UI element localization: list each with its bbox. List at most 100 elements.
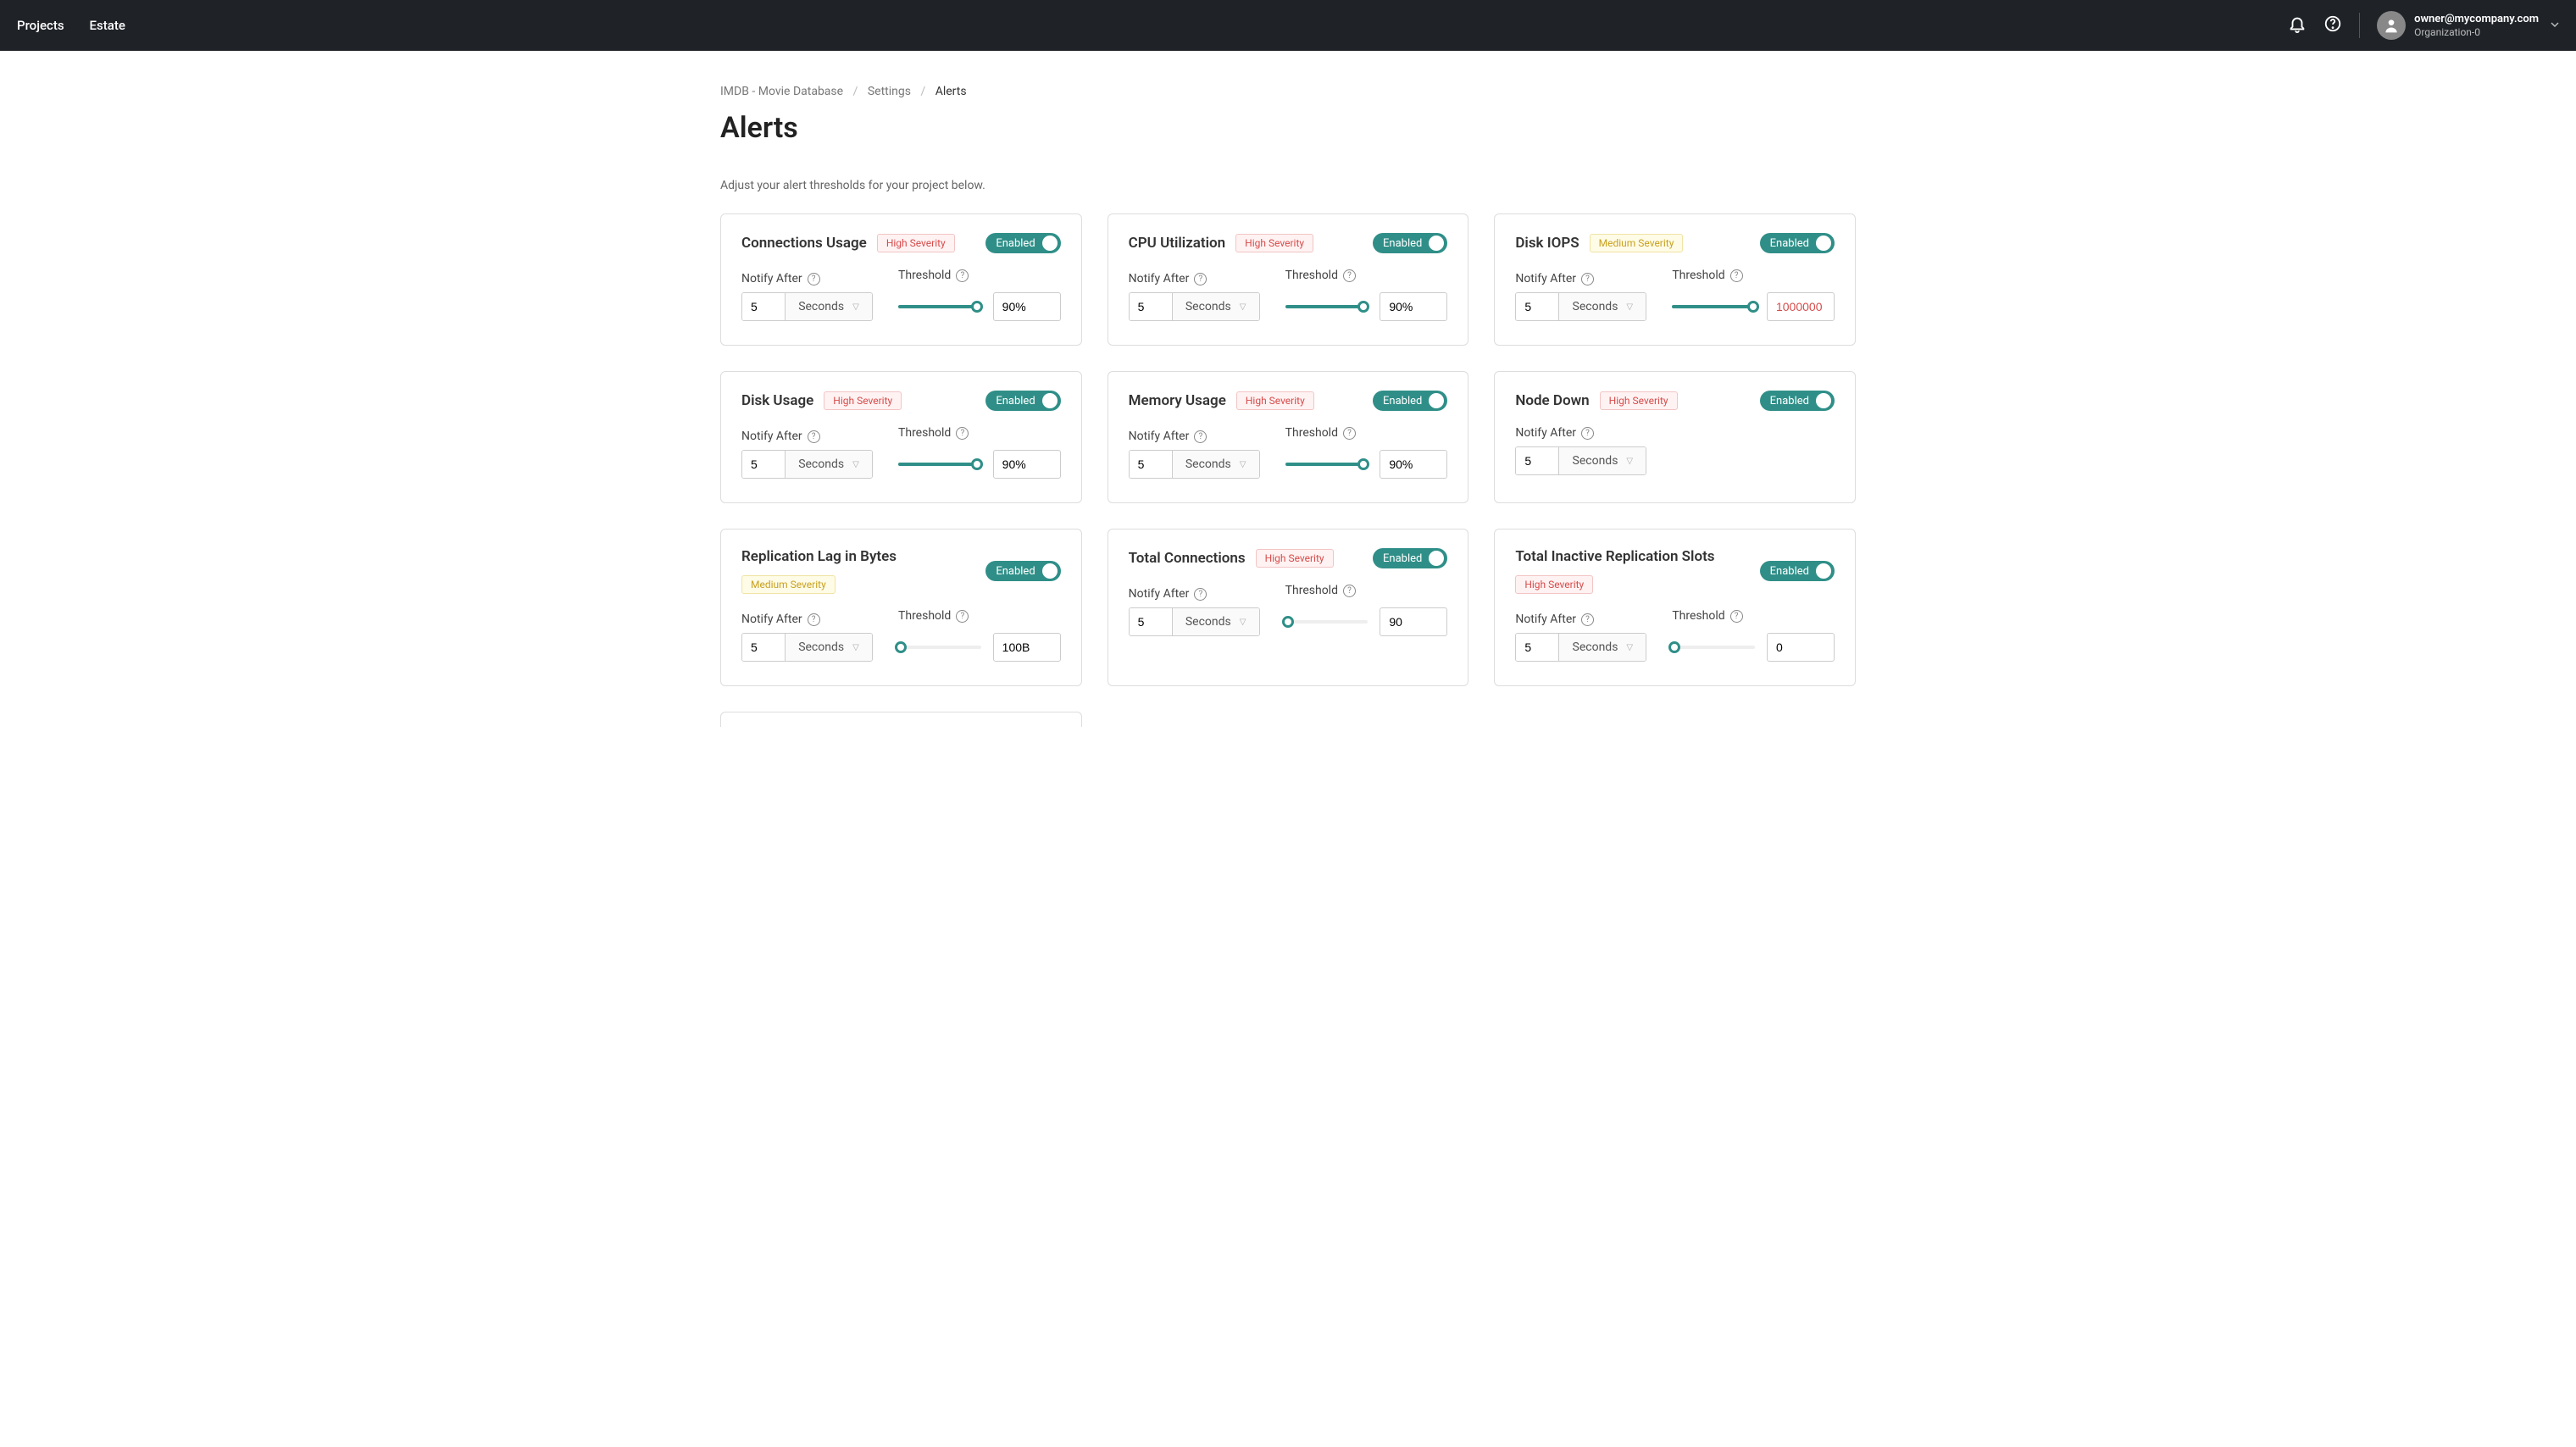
slider-knob[interactable] xyxy=(1357,301,1369,313)
notify-after-input: Seconds▽ xyxy=(741,450,873,479)
page-description: Adjust your alert thresholds for your pr… xyxy=(720,179,1856,192)
notify-after-unit-select[interactable]: Seconds▽ xyxy=(1558,293,1646,320)
help-icon[interactable]: ? xyxy=(1730,269,1743,282)
enabled-toggle[interactable]: Enabled xyxy=(1760,561,1835,581)
help-icon[interactable]: ? xyxy=(1343,269,1356,282)
notify-after-value[interactable] xyxy=(742,634,785,661)
help-icon[interactable]: ? xyxy=(956,427,969,440)
enabled-toggle[interactable]: Enabled xyxy=(1373,391,1447,411)
help-icon[interactable]: ? xyxy=(956,269,969,282)
slider-knob[interactable] xyxy=(895,641,907,653)
enabled-toggle[interactable]: Enabled xyxy=(1760,391,1835,411)
notify-after-value[interactable] xyxy=(1130,451,1172,478)
help-icon[interactable]: ? xyxy=(956,610,969,623)
threshold-slider[interactable] xyxy=(1285,304,1368,309)
notify-after-group: Notify After?Seconds▽ xyxy=(1129,587,1260,636)
notify-after-value[interactable] xyxy=(742,451,785,478)
notify-after-value[interactable] xyxy=(1130,608,1172,635)
breadcrumb-settings[interactable]: Settings xyxy=(868,85,911,98)
enabled-toggle[interactable]: Enabled xyxy=(1373,233,1447,253)
notify-after-unit-label: Seconds xyxy=(798,457,844,471)
threshold-value-input[interactable] xyxy=(1767,633,1835,662)
chevron-down-icon: ▽ xyxy=(852,643,859,652)
threshold-slider[interactable] xyxy=(898,462,981,467)
help-icon[interactable]: ? xyxy=(1343,585,1356,597)
enabled-toggle[interactable]: Enabled xyxy=(1760,233,1835,253)
notify-after-unit-select[interactable]: Seconds▽ xyxy=(1172,451,1259,478)
enabled-toggle[interactable]: Enabled xyxy=(1373,548,1447,568)
notify-after-unit-label: Seconds xyxy=(1185,457,1231,471)
threshold-value-input[interactable] xyxy=(1380,450,1447,479)
toggle-label: Enabled xyxy=(1383,552,1422,565)
notify-after-label: Notify After? xyxy=(741,613,873,626)
enabled-toggle[interactable]: Enabled xyxy=(985,233,1060,253)
notify-after-group: Notify After?Seconds▽ xyxy=(741,430,873,479)
nav-projects[interactable]: Projects xyxy=(17,18,64,33)
enabled-toggle[interactable]: Enabled xyxy=(985,561,1060,581)
threshold-value-input[interactable] xyxy=(1380,607,1447,636)
threshold-slider[interactable] xyxy=(1672,304,1755,309)
notify-after-value[interactable] xyxy=(1516,634,1558,661)
notify-after-unit-select[interactable]: Seconds▽ xyxy=(785,634,872,661)
notify-after-value[interactable] xyxy=(1516,293,1558,320)
notify-after-unit-select[interactable]: Seconds▽ xyxy=(785,293,872,320)
help-icon[interactable]: ? xyxy=(808,273,820,286)
threshold-group: Threshold? xyxy=(1285,584,1448,636)
toggle-knob xyxy=(1816,563,1831,579)
threshold-label: Threshold? xyxy=(1285,584,1448,597)
enabled-toggle[interactable]: Enabled xyxy=(985,391,1060,411)
chevron-down-icon: ▽ xyxy=(1240,618,1246,627)
slider-knob[interactable] xyxy=(971,301,983,313)
threshold-value-input[interactable] xyxy=(1380,292,1447,321)
threshold-slider[interactable] xyxy=(898,645,981,650)
help-icon[interactable]: ? xyxy=(1581,427,1594,440)
threshold-label: Threshold? xyxy=(1285,269,1448,282)
notify-after-unit-select[interactable]: Seconds▽ xyxy=(1172,293,1259,320)
slider-knob[interactable] xyxy=(1357,458,1369,470)
threshold-value-input[interactable] xyxy=(1767,292,1835,321)
breadcrumb-project[interactable]: IMDB - Movie Database xyxy=(720,85,843,98)
notify-after-unit-label: Seconds xyxy=(1573,454,1618,468)
help-icon[interactable]: ? xyxy=(808,613,820,626)
threshold-slider[interactable] xyxy=(898,304,981,309)
nav-estate[interactable]: Estate xyxy=(90,18,125,33)
slider-knob[interactable] xyxy=(1668,641,1680,653)
bell-icon[interactable] xyxy=(2288,14,2307,36)
help-icon[interactable]: ? xyxy=(808,430,820,443)
severity-badge: High Severity xyxy=(877,234,955,252)
notify-after-value[interactable] xyxy=(1516,447,1558,474)
help-icon[interactable] xyxy=(2323,14,2342,36)
threshold-slider[interactable] xyxy=(1285,619,1368,624)
slider-knob[interactable] xyxy=(1282,616,1294,628)
threshold-value-input[interactable] xyxy=(993,450,1061,479)
card-title: CPU Utilization xyxy=(1129,235,1226,252)
breadcrumb-alerts: Alerts xyxy=(935,85,967,98)
notify-after-input: Seconds▽ xyxy=(1129,450,1260,479)
slider-knob[interactable] xyxy=(1747,301,1759,313)
slider-knob[interactable] xyxy=(971,458,983,470)
notify-after-unit-select[interactable]: Seconds▽ xyxy=(1172,608,1259,635)
help-icon[interactable]: ? xyxy=(1581,273,1594,286)
notify-after-label: Notify After? xyxy=(741,272,873,286)
notify-after-unit-label: Seconds xyxy=(798,300,844,313)
notify-after-value[interactable] xyxy=(742,293,785,320)
severity-badge: High Severity xyxy=(1515,575,1593,594)
notify-after-unit-select[interactable]: Seconds▽ xyxy=(1558,447,1646,474)
notify-after-unit-select[interactable]: Seconds▽ xyxy=(785,451,872,478)
help-icon[interactable]: ? xyxy=(1194,588,1207,601)
notify-after-value[interactable] xyxy=(1130,293,1172,320)
notify-after-unit-select[interactable]: Seconds▽ xyxy=(1558,634,1646,661)
card-title-group: Node DownHigh Severity xyxy=(1515,391,1677,410)
threshold-slider[interactable] xyxy=(1285,462,1368,467)
card-header: Memory UsageHigh SeverityEnabled xyxy=(1129,391,1448,411)
help-icon[interactable]: ? xyxy=(1343,427,1356,440)
help-icon[interactable]: ? xyxy=(1730,610,1743,623)
help-icon[interactable]: ? xyxy=(1194,430,1207,443)
help-icon[interactable]: ? xyxy=(1581,613,1594,626)
account-menu[interactable]: owner@mycompany.com Organization-0 xyxy=(2377,11,2559,40)
threshold-slider[interactable] xyxy=(1672,645,1755,650)
threshold-row xyxy=(1285,292,1448,321)
threshold-value-input[interactable] xyxy=(993,292,1061,321)
threshold-value-input[interactable] xyxy=(993,633,1061,662)
help-icon[interactable]: ? xyxy=(1194,273,1207,286)
